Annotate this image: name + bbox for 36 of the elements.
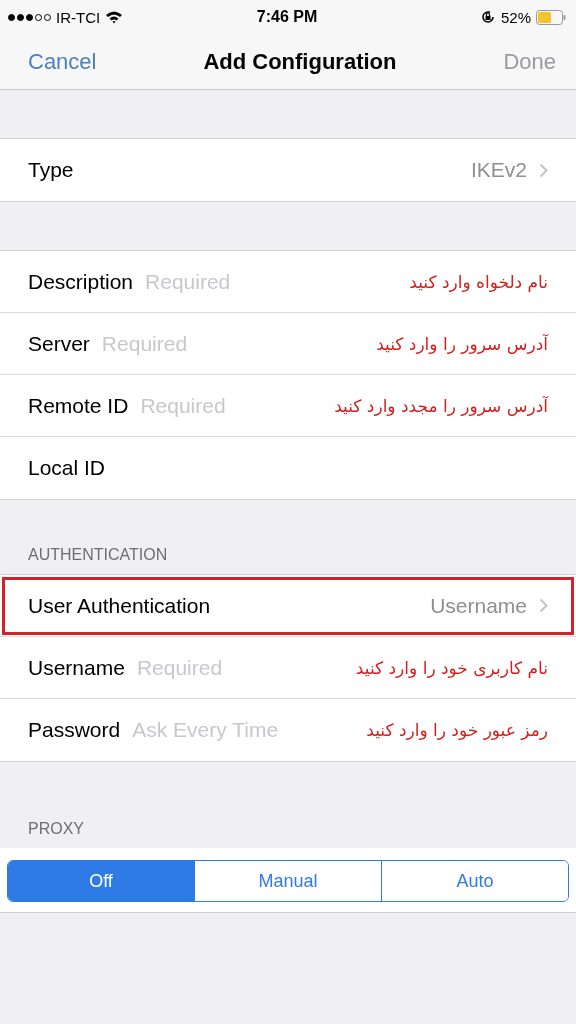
- type-value: IKEv2: [470, 158, 527, 182]
- rotation-lock-icon: [479, 9, 496, 25]
- segment-tab[interactable]: Auto: [381, 861, 568, 901]
- field-label: Username: [28, 655, 125, 680]
- battery-percent: 52%: [500, 8, 531, 26]
- cancel-button[interactable]: Cancel: [28, 48, 97, 75]
- clock-text: 7:46 PM: [256, 8, 318, 26]
- annotation-text: نام دلخواه وارد کنید: [409, 271, 548, 292]
- section-header: AUTHENTICATION: [28, 546, 168, 564]
- annotation-text: آدرس سرور را وارد کنید: [376, 333, 548, 354]
- field-label: Password: [28, 718, 121, 742]
- field-label: Local ID: [28, 456, 106, 480]
- user-authentication-row[interactable]: User Authentication Username: [0, 575, 576, 637]
- field-label: Remote ID: [28, 393, 129, 418]
- segment-tab[interactable]: Off: [8, 861, 194, 901]
- field-label: Description: [28, 269, 134, 294]
- carrier-text: IR-TCI: [56, 8, 101, 26]
- battery-icon: [536, 9, 566, 25]
- type-row[interactable]: Type IKEv2: [0, 139, 576, 201]
- input-field[interactable]: Required: [145, 269, 283, 294]
- section-header: PROXY: [28, 820, 84, 838]
- field-label: User Authentication: [28, 593, 211, 618]
- annotation-text: رمز عبور خود را وارد کنید: [366, 720, 548, 740]
- auth-value: Username: [430, 593, 527, 618]
- chevron-icon: [539, 598, 548, 613]
- wifi-icon: [105, 10, 124, 24]
- input-field[interactable]: Required: [140, 393, 278, 418]
- chevron-icon: [539, 162, 548, 178]
- input-field[interactable]: Ask Every Time: [132, 718, 343, 742]
- input-field[interactable]: Required: [101, 331, 239, 356]
- field-label: Server: [28, 331, 90, 356]
- field-label: Type: [28, 158, 74, 182]
- input-field[interactable]: Required: [136, 655, 274, 680]
- annotation-text: نام کاربری خود را وارد کنید: [355, 657, 548, 678]
- nav-title: Add Configuration: [203, 48, 397, 75]
- annotation-text: آدرس سرور را مجدد وارد کنید: [334, 395, 548, 416]
